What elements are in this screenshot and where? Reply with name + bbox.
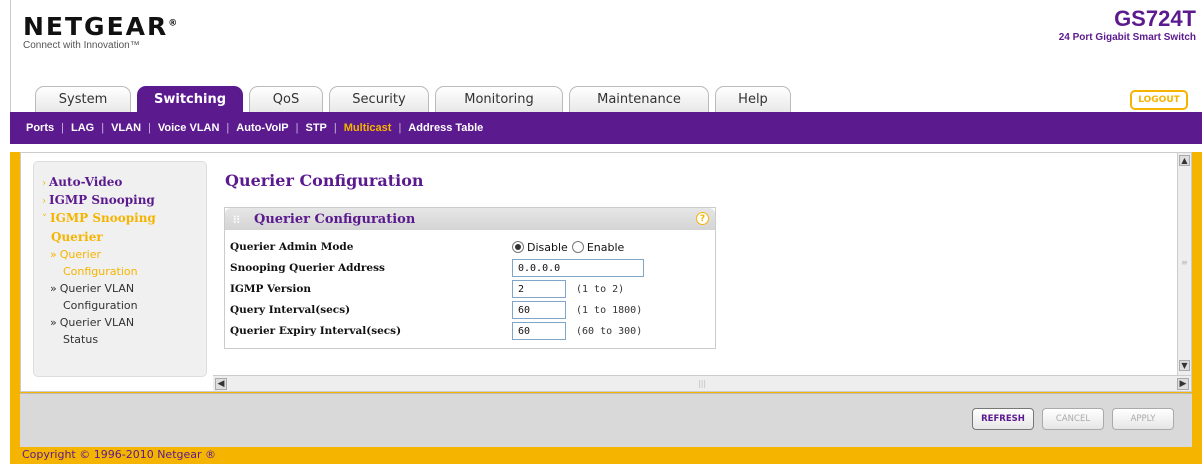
model-description: 24 Port Gigabit Smart Switch (1058, 32, 1196, 43)
horizontal-scrollbar[interactable]: ◀ ||| ▶ (213, 375, 1191, 391)
model-info: GS724T 24 Port Gigabit Smart Switch (1059, 6, 1196, 43)
scroll-down-icon[interactable]: ▼ (1179, 360, 1190, 371)
querier-address-label: Snooping Querier Address (230, 262, 385, 274)
action-bar: REFRESH CANCEL APPLY (20, 393, 1192, 447)
vertical-scrollbar[interactable]: ▲ ≡ ▼ (1177, 153, 1191, 375)
brand-registered-mark: ® (168, 18, 178, 29)
brand-tagline: Connect with Innovation™ (23, 40, 140, 51)
subnav-auto-voip[interactable]: Auto-VoIP (236, 122, 288, 134)
sidebar-item-querier-vlan-configuration[interactable]: » Querier VLAN Configuration (42, 280, 198, 314)
scroll-left-icon[interactable]: ◀ (215, 378, 227, 390)
separator-stripe (10, 144, 1202, 152)
scroll-grip-icon: ||| (698, 379, 707, 388)
tab-help[interactable]: Help (715, 86, 791, 112)
tab-system[interactable]: System (35, 86, 131, 112)
querier-expiry-input[interactable]: 60 (512, 322, 566, 340)
sidebar: › Auto-Video › IGMP Snooping ˅ IGMP Snoopin… (33, 161, 207, 377)
double-chevron-icon: » (50, 316, 57, 329)
main-tabs: System Switching QoS Security Monitoring… (35, 86, 797, 112)
content-area: › Auto-Video › IGMP Snooping ˅ IGMP Snoopin… (20, 152, 1192, 392)
apply-button[interactable]: APPLY (1112, 408, 1174, 430)
chevron-right-icon: › (42, 196, 46, 207)
querier-expiry-label: Querier Expiry Interval(secs) (230, 325, 402, 337)
admin-mode-label: Querier Admin Mode (230, 241, 354, 253)
radio-disable[interactable] (512, 241, 524, 253)
igmp-version-range: (1 to 2) (576, 283, 625, 295)
netgear-logo: NETGEAR® Connect with Innovation™ (23, 12, 177, 51)
copyright-text: Copyright © 1996-2010 Netgear ® (22, 448, 217, 461)
tab-maintenance[interactable]: Maintenance (569, 86, 709, 112)
sidebar-item-igmp-snooping[interactable]: › IGMP Snooping (42, 192, 198, 210)
brand-name: NETGEAR (23, 12, 169, 41)
page-title: Querier Configuration (225, 171, 424, 190)
query-interval-label: Query Interval(secs) (230, 304, 351, 316)
subnav-stp[interactable]: STP (305, 122, 326, 134)
cancel-button[interactable]: CANCEL (1042, 408, 1104, 430)
panel-title: Querier Configuration (254, 211, 416, 227)
refresh-button[interactable]: REFRESH (972, 408, 1034, 430)
scroll-grip-icon: ≡ (1181, 258, 1188, 267)
chevron-down-icon: ˅ (42, 214, 47, 225)
querier-expiry-range: (60 to 300) (576, 325, 643, 337)
drag-grip-icon: ⁝⁝ (233, 212, 240, 226)
query-interval-range: (1 to 1800) (576, 304, 643, 316)
double-chevron-icon: » (50, 282, 57, 295)
app-frame: NETGEAR® Connect with Innovation™ GS724T… (10, 0, 1202, 464)
querier-config-panel: ⁝⁝ Querier Configuration ? Querier Admin… (224, 207, 716, 349)
logout-button[interactable]: LOGOUT (1130, 90, 1188, 110)
chevron-right-icon: › (42, 178, 46, 189)
panel-header: ⁝⁝ Querier Configuration (225, 208, 715, 230)
header: NETGEAR® Connect with Innovation™ GS724T… (10, 0, 1202, 112)
help-icon[interactable]: ? (696, 212, 709, 225)
model-name: GS724T (1114, 6, 1196, 31)
tab-qos[interactable]: QoS (249, 86, 323, 112)
scroll-right-icon[interactable]: ▶ (1177, 378, 1189, 390)
subnav-multicast[interactable]: Multicast (344, 122, 392, 134)
subnav-address-table[interactable]: Address Table (408, 122, 483, 134)
radio-disable-label: Disable (527, 240, 568, 254)
subnav-ports[interactable]: Ports (26, 122, 54, 134)
sub-navigation: Ports | LAG | VLAN | Voice VLAN | Auto-VoIP |… (10, 112, 1202, 144)
tab-switching[interactable]: Switching (137, 86, 243, 112)
scroll-up-icon[interactable]: ▲ (1179, 155, 1190, 166)
admin-mode-radio-group: Disable Enable (512, 238, 628, 256)
tab-monitoring[interactable]: Monitoring (435, 86, 563, 112)
sidebar-group-querier[interactable]: Querier (42, 228, 198, 246)
radio-enable-label: Enable (586, 240, 625, 254)
sidebar-item-igmp-snooping-querier[interactable]: ˅ IGMP Snooping (42, 210, 198, 228)
radio-enable[interactable] (571, 241, 584, 253)
subnav-vlan[interactable]: VLAN (111, 122, 141, 134)
query-interval-input[interactable]: 60 (512, 301, 566, 319)
subnav-voice-vlan[interactable]: Voice VLAN (158, 122, 220, 134)
querier-address-input[interactable]: 0.0.0.0 (512, 259, 644, 277)
sidebar-item-auto-video[interactable]: › Auto-Video (42, 174, 198, 192)
tab-security[interactable]: Security (329, 86, 429, 112)
double-chevron-icon: » (50, 248, 57, 261)
igmp-version-label: IGMP Version (230, 283, 311, 295)
sidebar-item-querier-configuration[interactable]: » Querier Configuration (42, 246, 198, 280)
subnav-lag[interactable]: LAG (71, 122, 94, 134)
sidebar-item-querier-vlan-status[interactable]: » Querier VLAN Status (42, 314, 198, 348)
igmp-version-input[interactable]: 2 (512, 280, 566, 298)
